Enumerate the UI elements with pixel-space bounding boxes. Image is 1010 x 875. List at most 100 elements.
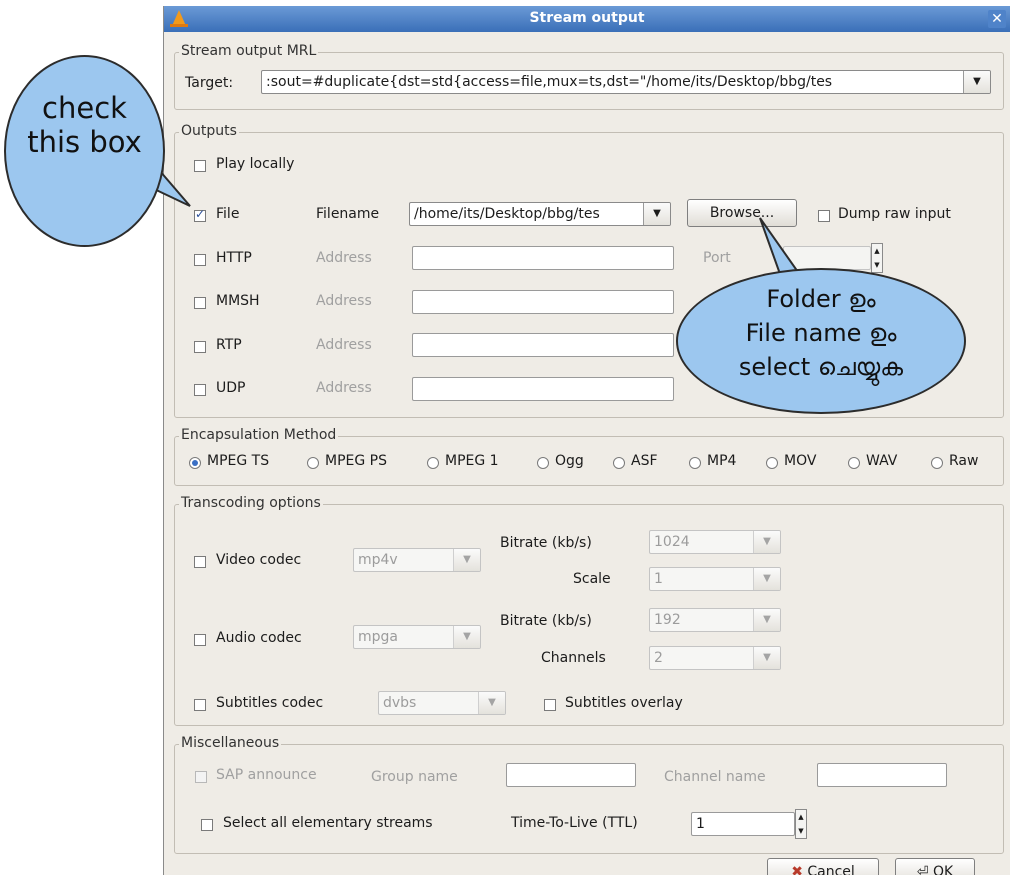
right-callout-line1: Folder ഉം: [766, 285, 876, 313]
chevron-down-icon[interactable]: ▼: [753, 568, 780, 590]
encapsulation-group-label: Encapsulation Method: [179, 427, 339, 443]
cancel-button[interactable]: ✖ Cancel: [767, 858, 879, 875]
video-bitrate-label: Bitrate (kb/s): [500, 535, 592, 551]
chevron-down-icon[interactable]: ▼: [753, 609, 780, 631]
subtitles-codec-label: Subtitles codec: [216, 695, 324, 711]
radio-raw[interactable]: [931, 457, 943, 469]
radio-label: MPEG TS: [207, 453, 270, 469]
video-bitrate-combo[interactable]: 1024 ▼: [649, 530, 781, 554]
http-port-label: Port: [703, 250, 731, 266]
subtitles-codec-value: dvbs: [383, 695, 417, 711]
udp-address-label: Address: [316, 380, 372, 396]
sap-label: SAP announce: [216, 767, 317, 783]
http-checkbox[interactable]: [194, 254, 206, 266]
chevron-down-icon[interactable]: ▼: [643, 203, 670, 225]
mmsh-address-field[interactable]: [412, 290, 674, 314]
ok-icon: ⏎: [916, 864, 929, 875]
audio-codec-combo[interactable]: mpga ▼: [353, 625, 481, 649]
radio-label: Ogg: [555, 453, 584, 469]
radio-mp4[interactable]: [689, 457, 701, 469]
radio-ogg[interactable]: [537, 457, 549, 469]
right-callout-text: Folder ഉം File name ഉം select ചെയ്യുക: [678, 282, 964, 384]
scale-combo[interactable]: 1 ▼: [649, 567, 781, 591]
radio-wav[interactable]: [848, 457, 860, 469]
audio-bitrate-label: Bitrate (kb/s): [500, 613, 592, 629]
audio-codec-value: mpga: [358, 629, 398, 645]
radio-label: MP4: [707, 453, 737, 469]
mrl-group: Stream output MRL Target: :sout=#duplica…: [174, 43, 1004, 110]
channel-name-field[interactable]: [817, 763, 947, 787]
chevron-down-icon[interactable]: ▼: [453, 626, 480, 648]
radio-mov[interactable]: [766, 457, 778, 469]
channels-combo[interactable]: 2 ▼: [649, 646, 781, 670]
udp-checkbox[interactable]: [194, 384, 206, 396]
mmsh-address-label: Address: [316, 293, 372, 309]
video-codec-checkbox[interactable]: [194, 556, 206, 568]
chevron-down-icon[interactable]: ▼: [753, 647, 780, 669]
right-callout-line3: select ചെയ്യുക: [738, 353, 904, 381]
ttl-spinner-icon[interactable]: ▲ ▼: [795, 809, 807, 839]
radio-mpeg-ts[interactable]: [189, 457, 201, 469]
chevron-down-icon[interactable]: ▼: [453, 549, 480, 571]
radio-mpeg-1[interactable]: [427, 457, 439, 469]
radio-asf[interactable]: [613, 457, 625, 469]
udp-label: UDP: [216, 380, 246, 396]
audio-bitrate-combo[interactable]: 192 ▼: [649, 608, 781, 632]
right-callout-bubble: Folder ഉം File name ഉം select ചെയ്യുക: [676, 268, 966, 414]
mrl-group-label: Stream output MRL: [179, 43, 319, 59]
chevron-down-icon[interactable]: ▼: [478, 692, 505, 714]
group-name-field[interactable]: [506, 763, 636, 787]
browse-button[interactable]: Browse...: [687, 199, 797, 227]
video-bitrate-value: 1024: [654, 534, 690, 550]
video-codec-combo[interactable]: mp4v ▼: [353, 548, 481, 572]
audio-codec-label: Audio codec: [216, 630, 302, 646]
select-all-checkbox[interactable]: [201, 819, 213, 831]
transcoding-group-label: Transcoding options: [179, 495, 323, 511]
close-icon[interactable]: ✕: [988, 10, 1006, 28]
subtitles-codec-checkbox[interactable]: [194, 699, 206, 711]
channels-label: Channels: [541, 650, 606, 666]
video-codec-value: mp4v: [358, 552, 398, 568]
file-checkbox[interactable]: [194, 207, 206, 222]
dump-raw-checkbox[interactable]: [818, 210, 830, 222]
stream-output-dialog: Stream output ✕ Stream output MRL Target…: [163, 6, 1010, 875]
audio-codec-checkbox[interactable]: [194, 634, 206, 646]
title-bar[interactable]: Stream output ✕: [164, 6, 1010, 32]
target-label: Target:: [185, 75, 234, 91]
dump-raw-label: Dump raw input: [838, 206, 951, 222]
subtitles-overlay-label: Subtitles overlay: [565, 695, 683, 711]
window-title: Stream output: [529, 10, 645, 26]
filename-value: /home/its/Desktop/bbg/tes: [414, 206, 600, 222]
filename-label: Filename: [316, 206, 380, 222]
rtp-checkbox[interactable]: [194, 341, 206, 353]
play-locally-label: Play locally: [216, 156, 295, 172]
scale-label: Scale: [573, 571, 611, 587]
mmsh-checkbox[interactable]: [194, 297, 206, 309]
file-label: File: [216, 206, 240, 222]
channels-value: 2: [654, 650, 663, 666]
rtp-address-label: Address: [316, 337, 372, 353]
subtitles-overlay-checkbox[interactable]: [544, 699, 556, 711]
http-label: HTTP: [216, 250, 252, 266]
misc-group-label: Miscellaneous: [179, 735, 282, 751]
ok-button[interactable]: ⏎ OK: [895, 858, 975, 875]
right-callout-line2: File name ഉം: [745, 319, 897, 347]
filename-combo[interactable]: /home/its/Desktop/bbg/tes ▼: [409, 202, 671, 226]
port-spinner-icon[interactable]: ▲ ▼: [871, 243, 883, 273]
radio-label: MOV: [784, 453, 817, 469]
subtitles-codec-combo[interactable]: dvbs ▼: [378, 691, 506, 715]
rtp-address-field[interactable]: [412, 333, 674, 357]
target-value: :sout=#duplicate{dst=std{access=file,mux…: [266, 74, 833, 90]
udp-address-field[interactable]: [412, 377, 674, 401]
ttl-field[interactable]: 1: [691, 812, 795, 836]
left-callout-bubble: check this box: [4, 55, 165, 247]
chevron-down-icon[interactable]: ▼: [963, 71, 990, 93]
chevron-down-icon[interactable]: ▼: [753, 531, 780, 553]
play-locally-checkbox[interactable]: [194, 160, 206, 172]
target-combo[interactable]: :sout=#duplicate{dst=std{access=file,mux…: [261, 70, 991, 94]
http-address-field[interactable]: [412, 246, 674, 270]
sap-checkbox[interactable]: [195, 771, 207, 783]
http-port-field[interactable]: [783, 246, 871, 270]
radio-label: ASF: [631, 453, 658, 469]
radio-mpeg-ps[interactable]: [307, 457, 319, 469]
